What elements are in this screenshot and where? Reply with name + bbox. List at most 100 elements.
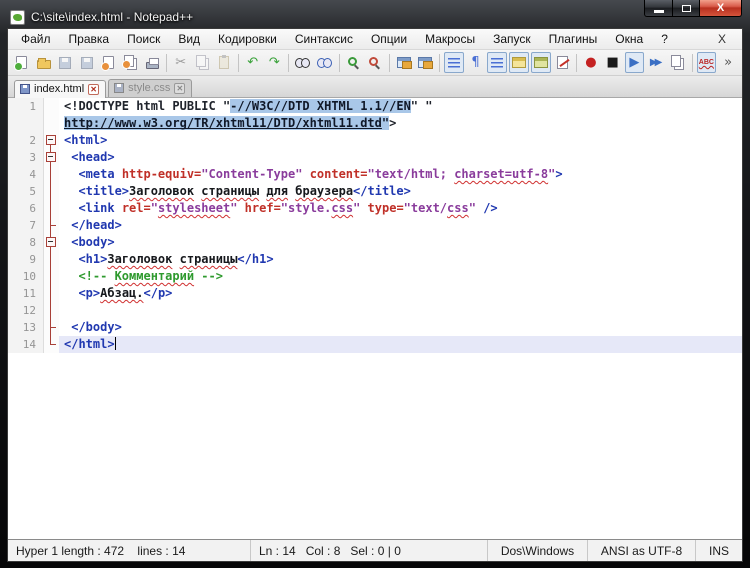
- toolbar-separator: [576, 54, 577, 72]
- save-macro-icon[interactable]: [668, 52, 688, 73]
- function-list-icon[interactable]: [509, 52, 529, 73]
- code-line[interactable]: <!DOCTYPE html PUBLIC "-//W3C//DTD XHTML…: [59, 98, 742, 115]
- fold-margin: [44, 166, 59, 183]
- tab-close-icon[interactable]: ✕: [88, 84, 99, 95]
- replace-icon[interactable]: [315, 52, 335, 73]
- fold-collapse-box[interactable]: [44, 234, 59, 251]
- record-macro-icon[interactable]: ●: [581, 52, 601, 73]
- code-line[interactable]: <body>: [59, 234, 742, 251]
- fold-margin: [44, 183, 59, 200]
- zoom-out-icon[interactable]: [365, 52, 385, 73]
- tab-style-css[interactable]: style.css✕: [108, 79, 192, 97]
- notepad-plus-plus-window: C:\site\index.html - Notepad++ X ФайлПра…: [0, 0, 750, 568]
- document-map-icon[interactable]: [531, 52, 551, 73]
- save-icon[interactable]: [55, 52, 75, 73]
- fold-margin: [44, 285, 59, 302]
- minimize-button[interactable]: [644, 0, 673, 17]
- run-macro-multiple-icon[interactable]: ▶▶: [646, 52, 666, 73]
- menu-item-10[interactable]: Окна: [606, 30, 652, 48]
- menu-item-3[interactable]: Вид: [169, 30, 209, 48]
- status-eol-format[interactable]: Dos\Windows: [488, 540, 588, 561]
- code-line[interactable]: http://www.w3.org/TR/xhtml11/DTD/xhtml11…: [59, 115, 742, 132]
- code-line[interactable]: <p>Абзац.</p>: [59, 285, 742, 302]
- code-line[interactable]: <html>: [59, 132, 742, 149]
- maximize-button[interactable]: [673, 0, 700, 17]
- close-icon[interactable]: [99, 52, 119, 73]
- title-bar[interactable]: C:\site\index.html - Notepad++ X: [0, 0, 750, 28]
- show-all-characters-icon[interactable]: ¶: [466, 52, 486, 73]
- code-line[interactable]: [59, 302, 742, 319]
- toolbar-overflow-icon[interactable]: »: [718, 52, 738, 73]
- line-number: 11: [8, 285, 44, 302]
- tab-index-html[interactable]: index.html ✕: [14, 80, 106, 98]
- code-line[interactable]: <meta http-equiv="Content-Type" content=…: [59, 166, 742, 183]
- save-all-icon[interactable]: [77, 52, 97, 73]
- menu-item-8[interactable]: Запуск: [484, 30, 540, 48]
- editor-row: 1<!DOCTYPE html PUBLIC "-//W3C//DTD XHTM…: [8, 98, 742, 115]
- fold-margin: [44, 319, 59, 336]
- user-defined-language-icon[interactable]: [553, 52, 573, 73]
- tab-close-icon[interactable]: ✕: [174, 83, 185, 94]
- fold-minus-icon[interactable]: [46, 135, 56, 145]
- window-title: C:\site\index.html - Notepad++: [31, 10, 193, 24]
- status-cursor-position: Ln : 14 Col : 8 Sel : 0 | 0: [251, 540, 488, 561]
- sync-vertical-scroll-icon[interactable]: [394, 52, 414, 73]
- code-line[interactable]: <head>: [59, 149, 742, 166]
- code-line[interactable]: <title>Заголовок страницы для браузера</…: [59, 183, 742, 200]
- fold-margin: [44, 251, 59, 268]
- code-line[interactable]: <!-- Комментарий -->: [59, 268, 742, 285]
- play-macro-icon[interactable]: ▶: [625, 52, 645, 73]
- stop-macro-icon[interactable]: ■: [603, 52, 623, 73]
- word-wrap-icon[interactable]: [444, 52, 464, 73]
- toolbar-separator: [166, 54, 167, 72]
- menu-item-6[interactable]: Опции: [362, 30, 416, 48]
- line-number: [8, 115, 44, 132]
- undo-icon[interactable]: ↶: [243, 52, 263, 73]
- paste-icon[interactable]: [214, 52, 234, 73]
- code-editor[interactable]: 1<!DOCTYPE html PUBLIC "-//W3C//DTD XHTM…: [8, 98, 742, 539]
- menu-item-7[interactable]: Макросы: [416, 30, 484, 48]
- redo-icon[interactable]: ↷: [265, 52, 285, 73]
- menu-item-2[interactable]: Поиск: [118, 30, 169, 48]
- code-line[interactable]: </html>: [59, 336, 742, 353]
- fold-minus-icon[interactable]: [46, 152, 56, 162]
- toolbar-separator: [288, 54, 289, 72]
- menu-item-4[interactable]: Кодировки: [209, 30, 286, 48]
- fold-collapse-box[interactable]: [44, 132, 59, 149]
- menu-item-5[interactable]: Синтаксис: [286, 30, 362, 48]
- editor-row: 13 </body>: [8, 319, 742, 336]
- menu-item-1[interactable]: Правка: [60, 30, 119, 48]
- close-button[interactable]: X: [700, 0, 742, 17]
- sync-horizontal-scroll-icon[interactable]: [415, 52, 435, 73]
- toolbar-separator: [238, 54, 239, 72]
- spell-check-icon[interactable]: ABC: [697, 52, 717, 73]
- cut-icon[interactable]: ✂: [171, 52, 191, 73]
- code-line[interactable]: </head>: [59, 217, 742, 234]
- copy-icon[interactable]: [193, 52, 213, 73]
- saved-file-icon: [20, 84, 30, 94]
- fold-margin: [44, 268, 59, 285]
- tab-label: index.html: [34, 83, 84, 95]
- app-icon: [10, 10, 25, 25]
- status-insert-mode[interactable]: INS: [696, 540, 742, 561]
- maximize-icon: [682, 5, 691, 12]
- status-encoding[interactable]: ANSI as UTF-8: [588, 540, 696, 561]
- close-all-icon[interactable]: [121, 52, 141, 73]
- menu-item-0[interactable]: Файл: [12, 30, 60, 48]
- menu-item-9[interactable]: Плагины: [540, 30, 607, 48]
- indent-guide-icon[interactable]: [487, 52, 507, 73]
- code-line[interactable]: </body>: [59, 319, 742, 336]
- print-icon[interactable]: [142, 52, 162, 73]
- status-doc-info: Hyper 1 length : 472 lines : 14: [8, 540, 251, 561]
- code-line[interactable]: <link rel="stylesheet" href="style.css" …: [59, 200, 742, 217]
- fold-collapse-box[interactable]: [44, 149, 59, 166]
- open-file-icon[interactable]: [34, 52, 54, 73]
- fold-minus-icon[interactable]: [46, 237, 56, 247]
- code-line[interactable]: <h1>Заголовок страницы</h1>: [59, 251, 742, 268]
- close-document-button[interactable]: X: [706, 32, 738, 46]
- status-bar: Hyper 1 length : 472 lines : 14 Ln : 14 …: [8, 539, 742, 561]
- menu-item-11[interactable]: ?: [652, 30, 677, 48]
- zoom-in-icon[interactable]: [343, 52, 363, 73]
- new-file-icon[interactable]: [12, 52, 32, 73]
- find-icon[interactable]: [293, 52, 313, 73]
